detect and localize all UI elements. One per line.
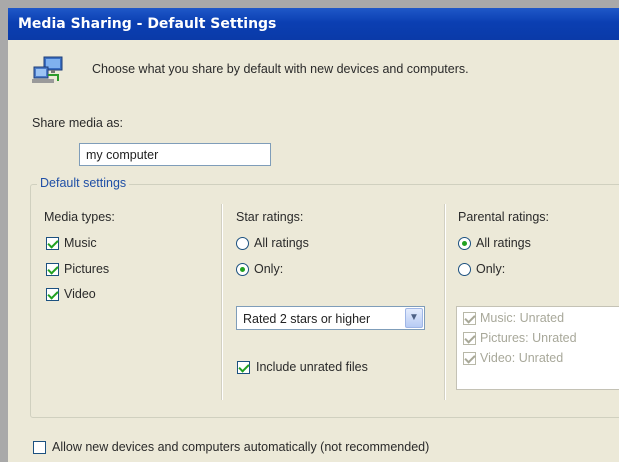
parental-all-ratings-label[interactable]: All ratings — [476, 236, 531, 250]
parental-video-checkbox — [463, 352, 476, 365]
star-only-radio[interactable] — [236, 263, 249, 276]
music-checkbox[interactable] — [46, 237, 59, 250]
window-title: Media Sharing - Default Settings — [18, 16, 277, 32]
star-rating-dropdown-value: Rated 2 stars or higher — [243, 312, 371, 326]
title-bar: Media Sharing - Default Settings — [8, 8, 619, 40]
parental-all-ratings-radio[interactable] — [458, 237, 471, 250]
chevron-down-icon[interactable]: ▼ — [405, 308, 423, 328]
star-rating-dropdown[interactable]: Rated 2 stars or higher ▼ — [236, 306, 425, 330]
star-all-ratings-label[interactable]: All ratings — [254, 236, 309, 250]
intro-text: Choose what you share by default with ne… — [92, 62, 469, 76]
star-ratings-title: Star ratings: — [236, 210, 304, 224]
parental-ratings-title: Parental ratings: — [458, 210, 550, 224]
media-types-title: Media types: — [44, 210, 115, 224]
parental-only-radio[interactable] — [458, 263, 471, 276]
parental-video-label: Video: Unrated — [480, 351, 564, 365]
video-label[interactable]: Video — [64, 287, 96, 301]
star-only-label[interactable]: Only: — [254, 262, 283, 276]
column-divider — [444, 204, 446, 400]
allow-new-devices-checkbox[interactable] — [33, 441, 46, 454]
column-divider — [221, 204, 223, 400]
include-unrated-checkbox[interactable] — [237, 361, 250, 374]
share-media-input[interactable] — [79, 143, 271, 166]
pictures-label[interactable]: Pictures — [64, 262, 109, 276]
video-checkbox[interactable] — [46, 288, 59, 301]
parental-music-label: Music: Unrated — [480, 311, 565, 325]
parental-pictures-label: Pictures: Unrated — [480, 331, 577, 345]
default-settings-legend: Default settings — [37, 176, 130, 190]
star-all-ratings-radio[interactable] — [236, 237, 249, 250]
music-label[interactable]: Music — [64, 236, 97, 250]
parental-music-checkbox — [463, 312, 476, 325]
share-media-label: Share media as: — [32, 116, 124, 130]
allow-new-devices-label[interactable]: Allow new devices and computers automati… — [52, 440, 429, 454]
parental-only-label[interactable]: Only: — [476, 262, 505, 276]
pictures-checkbox[interactable] — [46, 263, 59, 276]
parental-pictures-checkbox — [463, 332, 476, 345]
media-sharing-icon — [32, 56, 63, 83]
include-unrated-label[interactable]: Include unrated files — [256, 360, 368, 374]
